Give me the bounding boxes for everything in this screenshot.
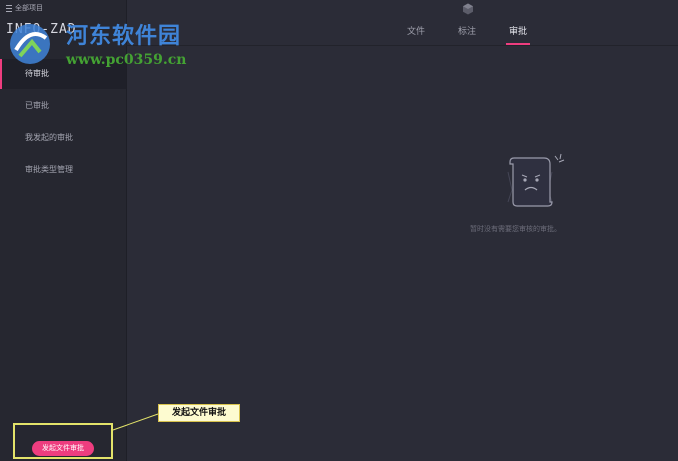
tab-files[interactable]: 文件 (407, 24, 425, 44)
sidebar-item-initiated[interactable]: 我发起的审批 (0, 123, 126, 153)
project-name[interactable]: INFO-ZAD (6, 22, 77, 37)
empty-state-message: 暂时没有需要您审核的审批。 (470, 225, 561, 233)
sidebar: 全部项目 INFO-ZAD 待审批 已审批 我发起的审批 审批类型管理 发起文件… (0, 0, 127, 461)
tab-active-indicator (506, 43, 531, 45)
sidebar-item-pending[interactable]: 待审批 (0, 59, 126, 89)
callout-label: 发起文件审批 (158, 404, 240, 422)
sad-document-icon (507, 153, 565, 207)
tab-annotations[interactable]: 标注 (458, 24, 476, 44)
tab-approval[interactable]: 审批 (506, 24, 531, 45)
menu-icon (6, 4, 12, 12)
sidebar-item-approved[interactable]: 已审批 (0, 91, 126, 121)
sidebar-item-type-management[interactable]: 审批类型管理 (0, 155, 126, 185)
app-hexagon-icon (463, 3, 473, 15)
sidebar-item-label: 我发起的审批 (25, 133, 73, 142)
top-bar: 文件 标注 审批 (126, 0, 678, 46)
sidebar-item-label: 待审批 (25, 69, 49, 78)
sidebar-item-label: 审批类型管理 (25, 165, 73, 174)
tab-label: 审批 (509, 27, 528, 37)
all-projects-link[interactable]: 全部项目 (6, 3, 43, 13)
tab-label: 标注 (458, 27, 477, 37)
tab-label: 文件 (407, 27, 426, 37)
highlight-box (13, 423, 113, 459)
all-projects-label: 全部项目 (15, 4, 43, 12)
sidebar-item-label: 已审批 (25, 101, 49, 110)
